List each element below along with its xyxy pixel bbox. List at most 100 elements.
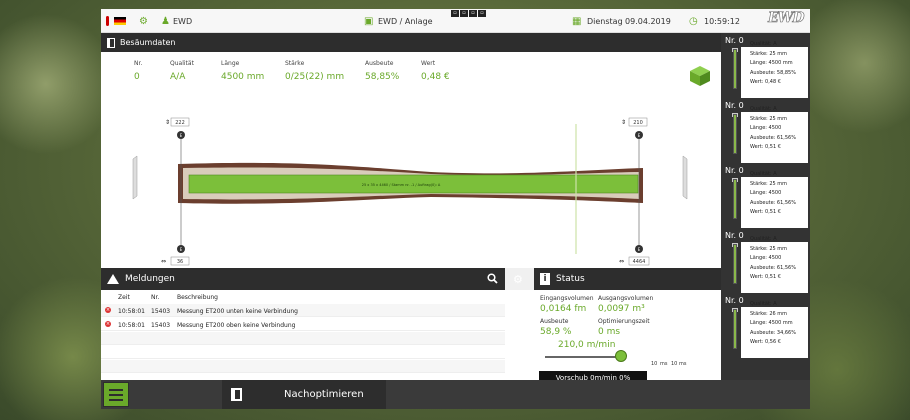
time-label: 10:59:12: [704, 16, 740, 26]
card-board-icon: [733, 309, 737, 349]
message-description: Messung ET200 oben keine Verbindung: [177, 322, 296, 329]
reoptimize-button-label: Nachoptimieren: [284, 389, 364, 400]
search-icon[interactable]: [487, 273, 498, 284]
info-icon: i: [540, 273, 550, 285]
message-row[interactable]: × 10:58:01 15403 Messung ET200 oben kein…: [101, 318, 505, 331]
speed-value: 210,0 m/min: [558, 340, 616, 350]
col-header-description: Beschreibung: [177, 294, 218, 301]
up-down-arrows-icon[interactable]: ⇕: [621, 119, 626, 126]
message-row[interactable]: × 10:58:01 15403 Messung ET200 unten kei…: [101, 304, 505, 317]
window-icon-4[interactable]: ▫: [478, 10, 486, 17]
info-yield: Ausbeute 58,85%: [365, 60, 400, 82]
info-nr: Nr. 0: [134, 60, 143, 82]
section-header: Besäumdaten: [101, 33, 721, 52]
status-title: Status: [556, 274, 585, 284]
language-flag-de-icon[interactable]: [114, 15, 126, 27]
error-icon: ×: [105, 307, 111, 313]
right-clamp: [682, 155, 688, 200]
card-details: Qualität: A Stärke: 25 mm Länge: 4500 Ausbe…: [750, 236, 796, 280]
input-volume-value: 0,0164 fm: [540, 304, 587, 314]
info-thickness: Stärke 0/25(22) mm: [285, 60, 345, 82]
window-icon-2[interactable]: ▫: [460, 10, 468, 17]
messages-header: Meldungen ⚙: [101, 268, 523, 290]
ms-label: 10: [671, 361, 678, 367]
3d-view-cube-icon[interactable]: [689, 65, 711, 91]
message-row-empty: [101, 332, 505, 345]
status-panel: Eingangsvolumen 0,0164 fm Ausgangsvolume…: [505, 290, 721, 385]
log-diagram: 25 x 35 x 4460 / Stamm nr. -1 / Auftrag(…: [132, 117, 688, 266]
settings-gear-icon[interactable]: ⚙: [513, 273, 523, 286]
history-card[interactable]: Nr. 0 Qualität: A Stärke: 25 mm Länge: 450…: [723, 165, 808, 228]
window-icon-3[interactable]: ▫: [469, 10, 477, 17]
user-icon[interactable]: ♟: [161, 15, 170, 27]
card-details: Qualität: A Stärke: 25 mm Länge: 4500 Ausbe…: [750, 106, 796, 150]
plant-icon: ▣: [364, 15, 374, 27]
bottom-bar: Nachoptimieren: [101, 380, 810, 409]
message-time: 10:58:01: [118, 308, 145, 315]
top-left-value: 222: [175, 120, 185, 126]
left-clamp: [132, 155, 138, 200]
left-right-arrows-icon[interactable]: ⇔: [161, 258, 166, 265]
optimization-time-value: 0 ms: [598, 327, 621, 337]
bottom-right-value: 4464: [633, 259, 646, 265]
history-panel: Nr. 0 Qualität: A Stärke: 25 mm Länge: 450…: [721, 33, 810, 380]
network-settings-icon[interactable]: ⚙: [139, 15, 148, 27]
log-visualization: 25 x 35 x 4460 / Stamm nr. -1 / Auftrag(…: [101, 104, 721, 268]
ewd-logo: EWD: [768, 10, 805, 27]
optimization-time-label: Optimierungszeit: [598, 318, 650, 325]
message-row-empty: [101, 346, 505, 359]
left-right-arrows-icon[interactable]: ⇔: [619, 258, 624, 265]
messages-title: Meldungen: [125, 274, 175, 284]
output-volume-label: Ausgangsvolumen: [598, 295, 654, 302]
bottom-left-value: 36: [177, 259, 183, 265]
book-icon: [231, 388, 242, 401]
ms-label: 10: [651, 361, 658, 367]
top-bar: ⚙ ♟ EWD ▣ EWD / Anlage ▫ ▫ ▫ ▫ ▦ Diensta…: [101, 9, 810, 33]
yield-label: Ausbeute: [540, 318, 569, 325]
history-card[interactable]: Nr. 0 Qualität: A Stärke: 26 mm Länge: 450…: [723, 295, 808, 358]
info-length: Länge 4500 mm: [221, 60, 265, 82]
book-icon: [107, 37, 115, 48]
status-header: i Status: [534, 268, 721, 290]
date-label: 09.04.2019: [625, 16, 671, 26]
board-info: Nr. 0 Qualität A/A Länge 4500 mm Stärke …: [101, 52, 721, 104]
section-title: Besäumdaten: [120, 38, 176, 47]
clock-icon: ◷: [689, 15, 698, 27]
calendar-icon: ▦: [572, 15, 582, 27]
history-card[interactable]: Nr. 0 Qualität: A Stärke: 25 mm Länge: 450…: [723, 100, 808, 163]
history-card[interactable]: Nr. 0 Qualität: A Stärke: 25 mm Länge: 450…: [723, 230, 808, 293]
plant-title: EWD / Anlage: [378, 16, 433, 26]
up-down-arrows-icon[interactable]: ⇕: [165, 119, 170, 126]
input-volume-label: Eingangsvolumen: [540, 295, 594, 302]
history-card[interactable]: Nr. 0 Qualität: A Stärke: 25 mm Länge: 450…: [723, 35, 808, 98]
card-board-icon: [733, 179, 737, 219]
card-details: Qualität: A Stärke: 26 mm Länge: 4500 mm Au…: [750, 301, 796, 345]
window-controls: ▫ ▫ ▫ ▫: [451, 10, 486, 17]
message-nr: 15403: [151, 322, 171, 329]
ms-label: ms: [679, 361, 687, 367]
message-nr: 15403: [151, 308, 171, 315]
col-header-time: Zeit: [118, 294, 130, 301]
alarm-indicator-icon[interactable]: [106, 15, 109, 27]
ms-label: ms: [660, 361, 668, 367]
menu-button[interactable]: [103, 382, 129, 407]
reoptimize-button[interactable]: Nachoptimieren: [222, 380, 386, 409]
card-details: Qualität: A Stärke: 25 mm Länge: 4500 Ausbe…: [750, 171, 796, 215]
window-icon-1[interactable]: ▫: [451, 10, 459, 17]
yield-value: 58,9 %: [540, 327, 572, 337]
error-icon: ×: [105, 321, 111, 327]
message-description: Messung ET200 unten keine Verbindung: [177, 308, 298, 315]
output-volume-value: 0,0097 m³: [598, 304, 645, 314]
message-row-empty: [101, 360, 505, 373]
info-quality: Qualität A/A: [170, 60, 194, 82]
card-details: Qualität: A Stärke: 25 mm Länge: 4500 mm Au…: [750, 41, 796, 85]
speed-slider-knob[interactable]: [615, 350, 627, 362]
top-right-value: 210: [633, 120, 643, 126]
app-window: ⚙ ♟ EWD ▣ EWD / Anlage ▫ ▫ ▫ ▫ ▦ Diensta…: [101, 9, 810, 409]
message-time: 10:58:01: [118, 322, 145, 329]
board-label: 25 x 35 x 4460 / Stamm nr. -1 / Auftrag(…: [362, 183, 441, 187]
card-board-icon: [733, 114, 737, 154]
messages-list: Zeit Nr. Beschreibung × 10:58:01 15403 M…: [101, 290, 505, 380]
speed-slider-track[interactable]: [545, 356, 625, 358]
col-header-nr: Nr.: [151, 294, 160, 301]
